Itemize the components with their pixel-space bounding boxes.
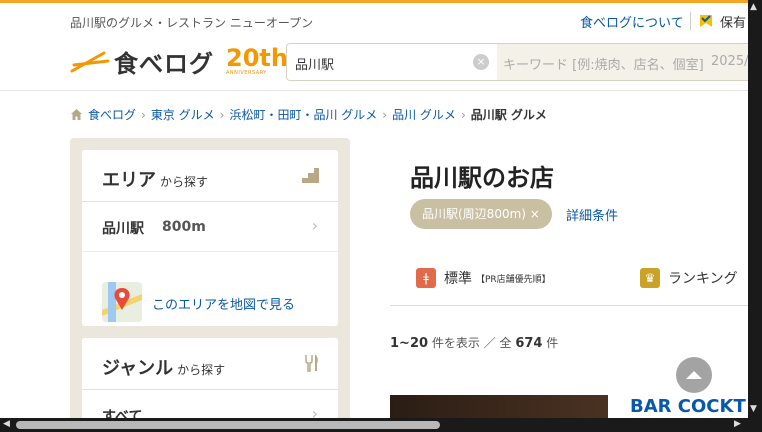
- fork-knife-icon: ǂ: [416, 268, 436, 288]
- scroll-down-icon[interactable]: ▼: [750, 404, 757, 414]
- filter-bar: 品川駅のお店 品川駅(周辺800m) × 詳細条件 ǂ 標準 【PR店舗優先順】…: [390, 138, 748, 306]
- area-filter-chip[interactable]: 品川駅(周辺800m) ×: [410, 199, 552, 229]
- breadcrumb-item[interactable]: 浜松町・田町・品川 グルメ: [229, 106, 377, 123]
- chevron-right-icon: ›: [311, 216, 318, 235]
- scroll-right-icon[interactable]: ▶: [734, 419, 741, 429]
- page-title: 品川駅のお店: [410, 164, 554, 192]
- detail-conditions-link[interactable]: 詳細条件: [566, 205, 618, 224]
- breadcrumb-item[interactable]: 品川 グルメ: [392, 106, 456, 123]
- location-input[interactable]: 品川駅 ×: [287, 44, 497, 80]
- anniversary-number: 20th: [226, 44, 288, 72]
- header-divider: [690, 12, 691, 30]
- genre-card-header: ジャンル から探す: [82, 338, 338, 390]
- scroll-up-icon[interactable]: ▲: [750, 2, 757, 12]
- back-to-top-button[interactable]: [676, 357, 712, 393]
- area-station-row[interactable]: 品川駅 800m ›: [82, 202, 338, 252]
- restaurant-name-link[interactable]: BAR COCKT: [630, 396, 746, 417]
- tabelog-logo[interactable]: 食べログ 20th ANNIVERSARY: [70, 44, 288, 78]
- about-link[interactable]: 食べログについて: [580, 12, 684, 31]
- tab-standard-label: 標準: [444, 271, 472, 287]
- station-label: 品川駅: [102, 221, 144, 237]
- location-value: 品川駅: [295, 58, 335, 73]
- keep-icon: [700, 15, 712, 27]
- keep-label[interactable]: 保有: [720, 12, 746, 31]
- chevron-up-icon: [686, 371, 702, 379]
- header-divider-line: [0, 90, 748, 91]
- keyword-input[interactable]: キーワード [例:焼肉、店名、個室]: [503, 54, 704, 73]
- scroll-left-icon[interactable]: ◀: [3, 419, 10, 429]
- area-title: エリア から探す: [102, 170, 209, 191]
- breadcrumb-sep: ›: [219, 107, 225, 122]
- breadcrumb-item[interactable]: 東京 グルメ: [151, 106, 215, 123]
- scrollbar-thumb[interactable]: [16, 421, 440, 429]
- header-tagline[interactable]: 品川駅のグルメ・レストラン ニューオープン: [70, 14, 313, 31]
- chopsticks-icon: [70, 51, 110, 73]
- tab-standard[interactable]: ǂ 標準 【PR店舗優先順】: [416, 268, 551, 288]
- logo-wordmark: 食べログ: [114, 49, 214, 78]
- anniversary-sub: ANNIVERSARY: [226, 70, 267, 76]
- clear-icon[interactable]: ×: [473, 54, 489, 70]
- result-count: 1~20 件を表示 ／ 全 674 件: [390, 336, 559, 351]
- crown-icon: ♛: [640, 268, 660, 288]
- vertical-scrollbar[interactable]: ▲ ▼: [748, 0, 762, 432]
- top-accent-bar: [0, 0, 762, 3]
- tab-ranking-label: ランキング: [668, 271, 738, 287]
- fork-knife-icon: [305, 355, 318, 372]
- breadcrumb-sep: ›: [382, 107, 388, 122]
- area-card-header: エリア から探す: [82, 150, 338, 202]
- breadcrumb-sep: ›: [460, 107, 466, 122]
- map-link[interactable]: このエリアを地図で見る: [152, 294, 295, 313]
- area-icon: [302, 168, 319, 183]
- breadcrumb-current: 品川駅 グルメ: [470, 108, 547, 122]
- breadcrumb: 食べログ › 東京 グルメ › 浜松町・田町・品川 グルメ › 品川 グルメ › 品川駅…: [70, 106, 547, 123]
- breadcrumb-sep: ›: [141, 107, 146, 122]
- tab-ranking[interactable]: ♛ ランキング: [640, 268, 738, 288]
- area-card: エリア から探す 品川駅 800m › このエリアを地図で見る: [82, 150, 338, 326]
- breadcrumb-item[interactable]: 食べログ: [88, 106, 136, 123]
- sidebar: エリア から探す 品川駅 800m › このエリアを地図で見る ジャンル から探す …: [70, 138, 350, 428]
- map-row[interactable]: このエリアを地図で見る: [82, 266, 338, 326]
- genre-title: ジャンル から探す: [102, 358, 226, 379]
- horizontal-scrollbar[interactable]: ◀ ▶: [0, 418, 762, 432]
- station-distance: 800m: [162, 219, 206, 235]
- tab-standard-note: 【PR店舗優先順】: [476, 274, 551, 285]
- home-icon: [71, 109, 82, 120]
- search-bar: 品川駅 × キーワード [例:焼肉、店名、個室] 2025/0: [286, 43, 762, 81]
- anniversary-badge: 20th ANNIVERSARY: [226, 46, 288, 76]
- map-pin-icon: [102, 282, 142, 322]
- genre-card: ジャンル から探す すべて ›: [82, 338, 338, 428]
